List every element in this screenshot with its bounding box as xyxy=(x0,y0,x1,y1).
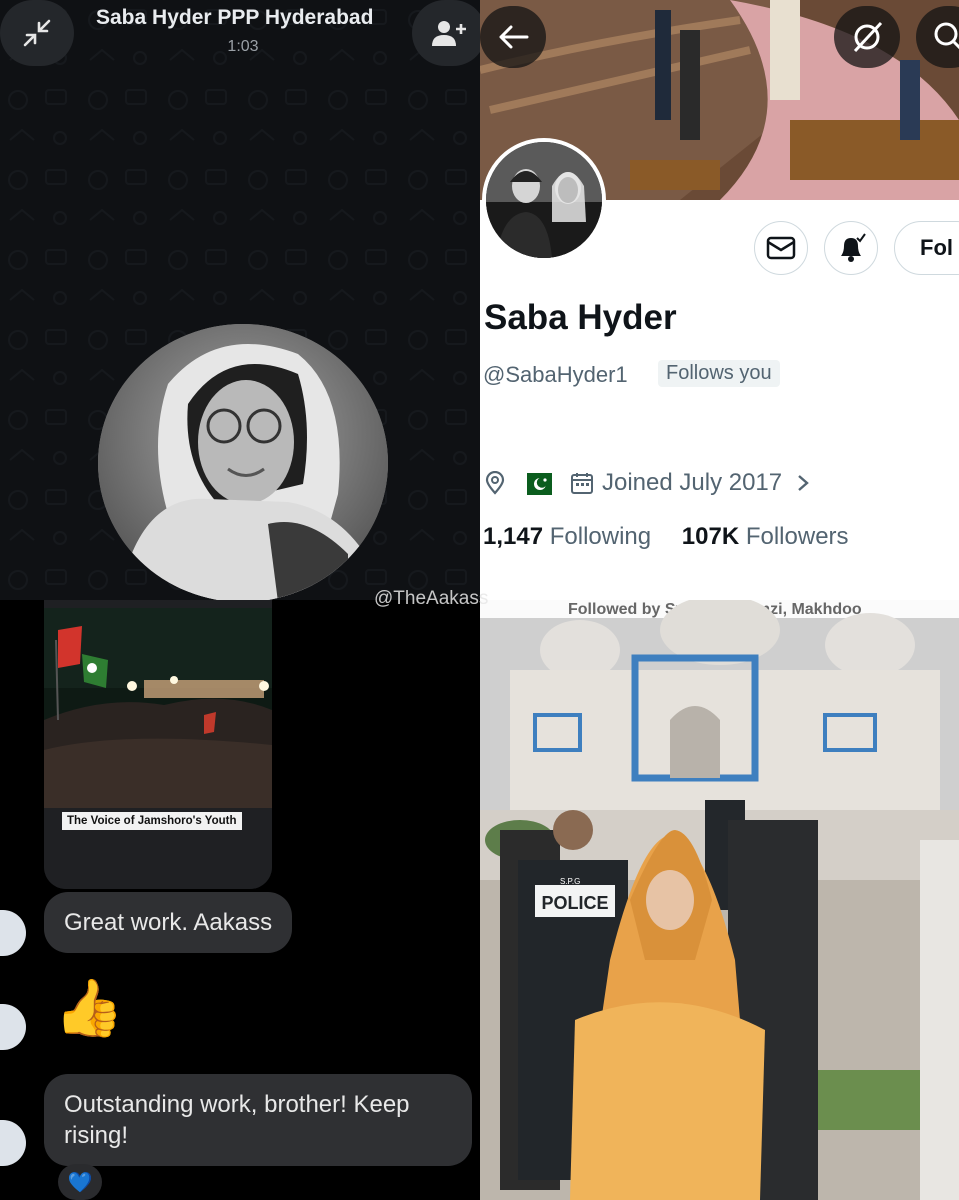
chat-thread: The Voice of Jamshoro's Youth Great work… xyxy=(0,600,480,1200)
blue-heart-icon: 💙 xyxy=(67,1171,93,1194)
police-label: POLICE xyxy=(541,893,608,913)
chevron-right-icon[interactable] xyxy=(794,473,812,493)
message-bubble[interactable]: Great work. Aakass xyxy=(44,892,293,953)
add-person-icon xyxy=(432,21,466,46)
caller-name: Saba Hyder PPP Hyderabad xyxy=(96,6,374,29)
pakistan-flag-icon xyxy=(518,473,552,495)
follows-you-badge: Follows you xyxy=(658,360,780,387)
add-participant-button[interactable] xyxy=(412,0,480,66)
message-button[interactable] xyxy=(754,221,808,275)
following-count: 1,147 xyxy=(483,523,544,550)
following-link[interactable]: 1,147 Following xyxy=(483,523,651,550)
back-button[interactable] xyxy=(480,6,546,68)
voice-call-screen: Saba Hyder PPP Hyderabad 1:03 xyxy=(0,0,480,600)
emoji-message[interactable]: 👍 xyxy=(54,976,124,1040)
bell-icon xyxy=(841,233,866,262)
sync-off-icon xyxy=(853,21,883,53)
mail-icon xyxy=(766,236,796,260)
location-icon xyxy=(485,471,505,495)
message-bubble[interactable]: Outstanding work, brother! Keep rising! xyxy=(44,1074,472,1166)
followers-label: Followers xyxy=(745,523,849,550)
caller-avatar xyxy=(98,324,388,600)
heart-reaction[interactable]: 💙 xyxy=(58,1164,102,1200)
spg-label: S.P.G xyxy=(560,877,580,886)
search-icon xyxy=(934,22,959,50)
following-label: Following xyxy=(549,523,652,550)
call-timer: 1:03 xyxy=(227,38,259,55)
image-caption: The Voice of Jamshoro's Youth xyxy=(62,812,242,830)
joined-date: Joined July 2017 xyxy=(602,469,783,496)
outdoor-photo: Followed by Syed Aly Trimzi, Makhdoo POL… xyxy=(480,600,959,1200)
mosque-police-photo: Followed by Syed Aly Trimzi, Makhdoo POL… xyxy=(480,600,959,1200)
sender-avatar[interactable] xyxy=(0,1004,26,1050)
followers-link[interactable]: 107K Followers xyxy=(682,523,849,550)
profile-display-name: Saba Hyder xyxy=(484,298,677,337)
image-message[interactable]: The Voice of Jamshoro's Youth xyxy=(44,600,272,889)
sender-avatar[interactable] xyxy=(0,910,26,956)
avatar-photo xyxy=(486,142,602,258)
sync-off-button[interactable] xyxy=(834,6,900,68)
followers-count: 107K xyxy=(681,523,740,550)
rally-photo xyxy=(44,600,272,889)
x-profile-page: Fol Saba Hyder @SabaHyder1 Follows you J… xyxy=(480,0,959,600)
notifications-button[interactable] xyxy=(824,221,878,275)
portrait-photo xyxy=(98,324,388,600)
sender-avatar[interactable] xyxy=(0,1120,26,1166)
follow-counts: 1,147 Following 107K Followers xyxy=(483,523,849,551)
profile-handle: @SabaHyder1 xyxy=(483,362,628,387)
minimize-call-button[interactable] xyxy=(0,0,74,66)
back-arrow-icon xyxy=(499,25,529,49)
follow-button[interactable]: Fol xyxy=(894,221,959,275)
calendar-icon xyxy=(571,473,593,494)
profile-avatar[interactable] xyxy=(482,138,606,262)
watermark: @TheAakass xyxy=(374,588,489,609)
profile-meta-row: Joined July 2017 xyxy=(484,468,812,498)
